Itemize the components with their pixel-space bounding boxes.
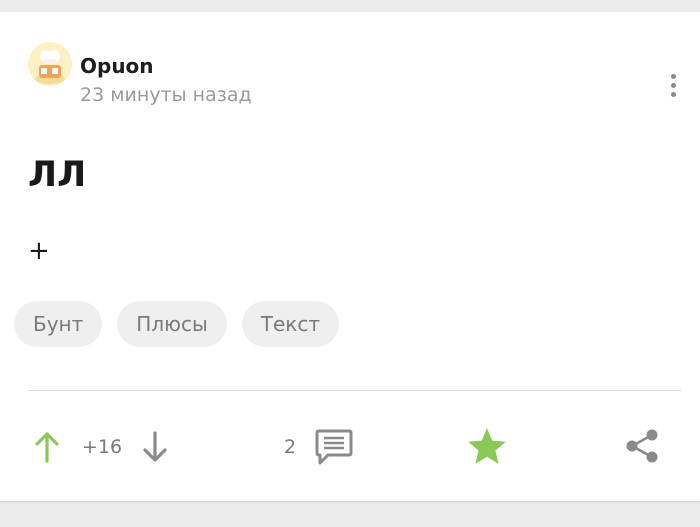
- author-name[interactable]: Opuon: [80, 54, 154, 78]
- share-icon[interactable]: [622, 426, 662, 466]
- star-icon[interactable]: [466, 426, 508, 466]
- comment-icon[interactable]: [314, 428, 354, 466]
- avatar[interactable]: [28, 42, 72, 86]
- post-body: +: [28, 236, 50, 266]
- comments-count[interactable]: 2: [284, 434, 296, 460]
- more-dot: [670, 91, 676, 97]
- tag-tekst[interactable]: Текст: [241, 301, 339, 347]
- tag-bunt[interactable]: Бунт: [14, 301, 103, 347]
- divider: [28, 390, 681, 391]
- tag-plyusy[interactable]: Плюсы: [117, 301, 227, 347]
- avatar-image: [28, 42, 72, 86]
- post-card: Opuon 23 минуты назад ЛЛ + Бунт Плюсы Те…: [0, 12, 700, 501]
- arrow-down-icon[interactable]: [142, 430, 168, 464]
- post-title[interactable]: ЛЛ: [28, 155, 86, 195]
- more-dot: [670, 73, 676, 79]
- rating-value: +16: [82, 436, 123, 458]
- post-timestamp: 23 минуты назад: [80, 84, 252, 106]
- tag-list: Бунт Плюсы Текст: [14, 301, 339, 347]
- more-dot: [670, 82, 676, 88]
- more-vertical-icon[interactable]: [660, 68, 686, 102]
- arrow-up-icon[interactable]: [34, 430, 60, 464]
